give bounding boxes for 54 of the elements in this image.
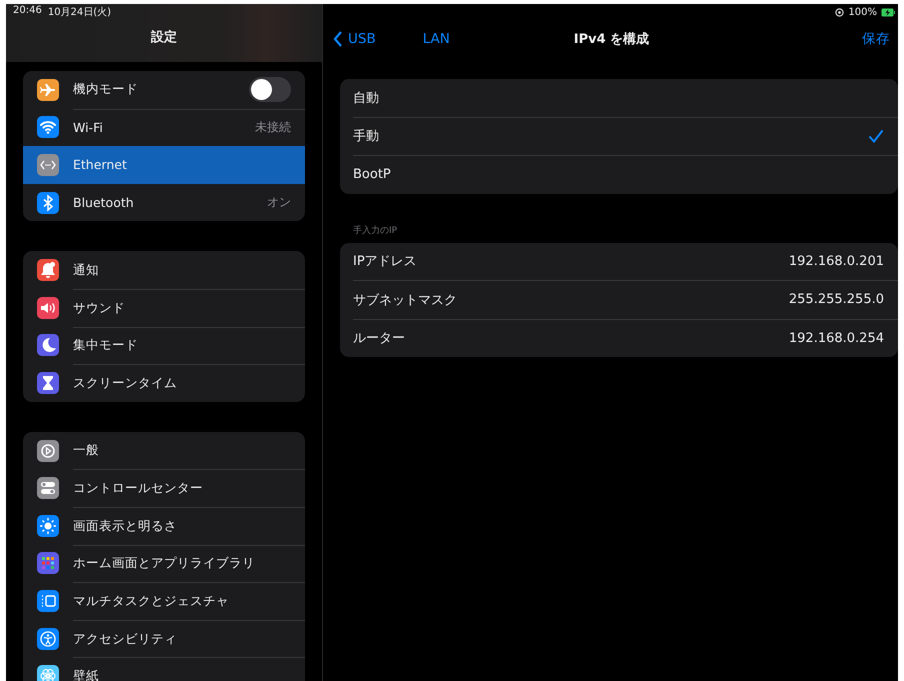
item-value: 未接続 (255, 119, 291, 136)
sidebar-item[interactable]: 機内モード (23, 71, 305, 109)
section-header: 手入力のIP (353, 224, 398, 236)
sidebar-item[interactable]: コントロールセンター (23, 469, 305, 507)
item-label: 通知 (73, 262, 99, 279)
item-label: 集中モード (73, 337, 138, 354)
item-label: コントロールセンター (73, 480, 203, 498)
item-label: Ethernet (73, 157, 127, 172)
field-label: IPアドレス (353, 253, 417, 270)
field-value[interactable]: 192.168.0.201 (788, 254, 884, 269)
item-label: マルチタスクとジェスチャ (73, 592, 229, 610)
sidebar-item[interactable]: Ethernet (23, 146, 305, 184)
sidebar-title: 設定 (150, 28, 178, 46)
sidebar-item[interactable]: 通知 (23, 251, 305, 289)
item-label: アクセシビリティ (73, 630, 177, 648)
method-option[interactable]: 自動 (353, 79, 898, 116)
option-label: 手動 (353, 128, 379, 146)
sidebar-item[interactable]: アクセシビリティ (23, 620, 305, 658)
item-label: Wi-Fi (73, 120, 103, 136)
field-label: ルーター (353, 330, 405, 348)
item-value: オン (267, 194, 291, 212)
field-label: サブネットマスク (353, 292, 457, 309)
sidebar-item[interactable]: スクリーンタイム (23, 364, 305, 402)
item-label: 画面表示と明るさ (73, 518, 177, 535)
breadcrumb-link[interactable]: LAN (422, 31, 450, 47)
method-option[interactable]: 手動 (353, 116, 898, 155)
sidebar-item[interactable]: サウンド (23, 288, 305, 327)
page-title: IPv4 を構成 (574, 31, 650, 48)
toggle-switch[interactable] (249, 77, 291, 102)
status-date: 10月24日(火) (48, 6, 112, 19)
battery-icon (881, 8, 895, 16)
option-label: 自動 (353, 90, 379, 107)
sidebar-item[interactable]: 一般 (23, 432, 305, 470)
chevron-left-icon (333, 31, 343, 47)
item-label: Bluetooth (73, 195, 134, 210)
item-label: 一般 (73, 442, 99, 460)
lock-rotation-icon (835, 8, 844, 16)
status-time: 20:46 (13, 5, 42, 18)
method-option[interactable]: BootP (353, 155, 898, 194)
item-label: ホーム画面とアプリライブラリ (73, 555, 255, 572)
item-label: 機内モード (73, 81, 138, 98)
sidebar-item[interactable]: 集中モード (23, 326, 305, 364)
sidebar-item[interactable]: マルチタスクとジェスチャ (23, 582, 305, 620)
sidebar-item[interactable]: Bluetooth オン (23, 184, 305, 222)
sidebar-item[interactable]: ホーム画面とアプリライブラリ (23, 544, 305, 582)
battery-percent: 100% (848, 6, 877, 18)
field-value[interactable]: 255.255.255.0 (788, 292, 884, 308)
field-value[interactable]: 192.168.0.254 (788, 330, 884, 346)
item-label: スクリーンタイム (73, 374, 177, 392)
back-button[interactable]: USB (333, 31, 376, 47)
save-button[interactable]: 保存 (862, 30, 890, 48)
item-label: サウンド (73, 300, 125, 317)
sidebar-item[interactable]: 画面表示と明るさ (23, 506, 305, 545)
option-label: BootP (353, 167, 391, 182)
